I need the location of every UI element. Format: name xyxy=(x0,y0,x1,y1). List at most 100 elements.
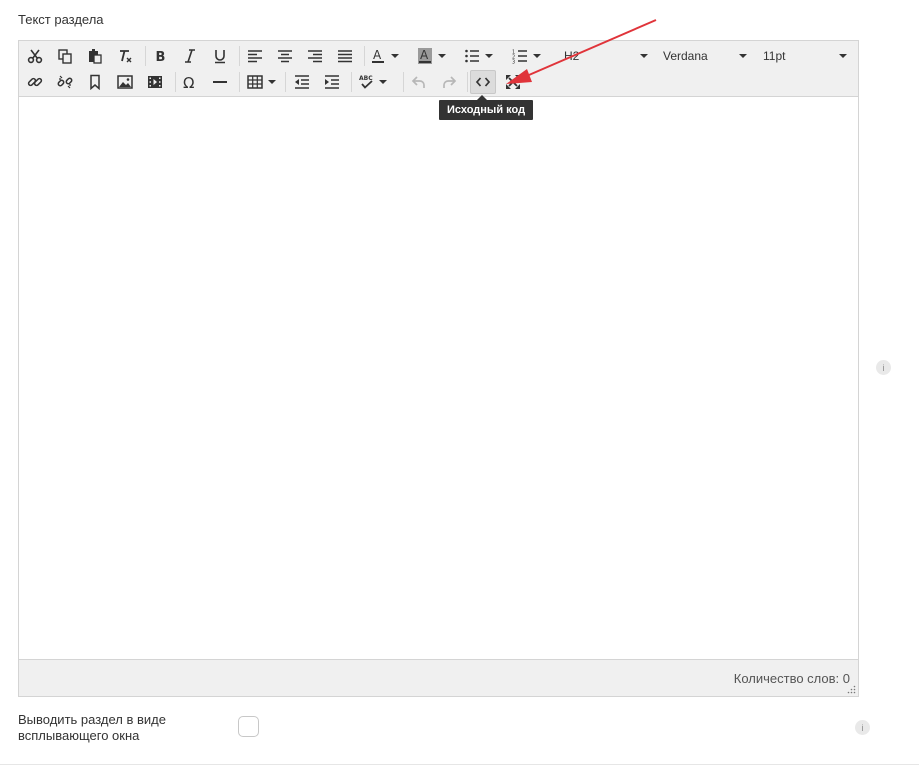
media-icon xyxy=(148,76,162,88)
chevron-down-icon xyxy=(839,54,847,58)
svg-text:Ω: Ω xyxy=(183,74,194,90)
italic-icon xyxy=(185,49,195,63)
special-character-button[interactable]: Ω xyxy=(177,70,203,94)
text-color-button[interactable]: A xyxy=(367,44,401,68)
chevron-down-icon xyxy=(640,54,648,58)
align-left-button[interactable] xyxy=(242,44,268,68)
align-left-icon xyxy=(248,50,262,63)
align-center-button[interactable] xyxy=(272,44,298,68)
media-button[interactable] xyxy=(142,70,168,94)
table-icon xyxy=(246,75,263,89)
align-right-icon xyxy=(308,50,322,63)
undo-button[interactable] xyxy=(406,70,432,94)
clear-format-button[interactable] xyxy=(112,44,138,68)
popup-option-label-line2: всплывающего окна xyxy=(18,728,140,743)
bullet-list-button[interactable] xyxy=(461,44,495,68)
horizontal-line-button[interactable] xyxy=(207,70,233,94)
format-block-select[interactable]: H2 xyxy=(560,44,652,68)
numbered-list-icon: 123 xyxy=(512,50,527,65)
italic-button[interactable] xyxy=(177,44,203,68)
chevron-down-icon xyxy=(437,54,446,58)
info-icon[interactable]: i xyxy=(855,720,870,735)
copy-icon xyxy=(58,49,72,64)
indent-button[interactable] xyxy=(319,70,345,94)
fullscreen-button[interactable] xyxy=(500,70,526,94)
align-center-icon xyxy=(278,50,292,63)
clear-format-icon xyxy=(120,50,132,63)
background-color-button[interactable]: A xyxy=(414,44,448,68)
unlink-button[interactable] xyxy=(52,70,78,94)
paste-icon xyxy=(89,49,102,64)
outdent-icon xyxy=(295,75,309,89)
popup-option-label: Выводить раздел в виде всплывающего окна xyxy=(18,712,198,744)
copy-button[interactable] xyxy=(52,44,78,68)
font-family-select[interactable]: Verdana xyxy=(659,44,751,68)
chevron-down-icon xyxy=(739,54,747,58)
popup-option-label-line1: Выводить раздел в виде xyxy=(18,712,166,727)
underline-icon xyxy=(215,50,225,64)
table-button[interactable] xyxy=(244,70,278,94)
toolbar-separator xyxy=(467,72,468,92)
cut-icon xyxy=(27,49,43,64)
horizontal-line-icon xyxy=(213,81,227,83)
toolbar-separator xyxy=(285,72,286,92)
redo-icon xyxy=(443,76,457,88)
toolbar-separator xyxy=(145,46,146,66)
indent-icon xyxy=(325,75,339,89)
font-size-value: 11pt xyxy=(763,49,786,63)
toolbar-separator xyxy=(351,72,352,92)
info-icon[interactable]: i xyxy=(876,360,891,375)
section-text-label: Текст раздела xyxy=(18,12,104,27)
link-button[interactable] xyxy=(22,70,48,94)
chevron-down-icon xyxy=(484,54,493,58)
toolbar-separator xyxy=(239,46,240,66)
source-code-button[interactable] xyxy=(470,70,496,94)
popup-checkbox[interactable] xyxy=(238,716,259,737)
background-color-icon: A xyxy=(417,48,432,64)
bold-icon: B xyxy=(156,50,166,64)
paste-button[interactable] xyxy=(82,44,108,68)
bookmark-icon xyxy=(90,74,100,90)
divider xyxy=(0,764,919,765)
editor-content-area[interactable] xyxy=(19,98,858,659)
omega-icon: Ω xyxy=(183,74,194,90)
image-button[interactable] xyxy=(112,70,138,94)
svg-text:3: 3 xyxy=(512,60,515,65)
text-color-icon: A xyxy=(371,48,384,63)
chevron-down-icon xyxy=(390,54,399,58)
outdent-button[interactable] xyxy=(289,70,315,94)
bookmark-button[interactable] xyxy=(82,70,108,94)
font-family-value: Verdana xyxy=(663,49,708,63)
fullscreen-icon xyxy=(506,75,520,89)
spellcheck-button[interactable]: ABC xyxy=(355,70,389,94)
numbered-list-button[interactable]: 123 xyxy=(509,44,543,68)
undo-icon xyxy=(411,76,425,88)
word-count: Количество слов: 0 xyxy=(733,671,850,686)
chevron-down-icon xyxy=(378,80,387,84)
format-block-value: H2 xyxy=(564,49,580,63)
align-justify-button[interactable] xyxy=(332,44,358,68)
underline-button[interactable] xyxy=(207,44,233,68)
redo-button[interactable] xyxy=(436,70,462,94)
bullet-list-icon xyxy=(464,49,479,63)
toolbar-separator xyxy=(364,46,365,66)
link-icon xyxy=(27,77,43,87)
toolbar-separator xyxy=(175,72,176,92)
font-size-select[interactable]: 11pt xyxy=(759,44,851,68)
editor-toolbar: B A A 1 2 3 H2 Verdana 11pt Ω ABC xyxy=(19,41,858,97)
cut-button[interactable] xyxy=(22,44,48,68)
chevron-down-icon xyxy=(532,54,541,58)
align-right-button[interactable] xyxy=(302,44,328,68)
align-justify-icon xyxy=(338,50,352,63)
svg-text:A: A xyxy=(420,48,429,62)
toolbar-separator xyxy=(239,72,240,92)
image-icon xyxy=(117,75,133,89)
svg-text:B: B xyxy=(156,50,166,64)
toolbar-separator xyxy=(403,72,404,92)
bold-button[interactable]: B xyxy=(147,44,173,68)
chevron-down-icon xyxy=(267,80,276,84)
unlink-icon xyxy=(57,75,73,89)
source-code-icon xyxy=(475,77,491,87)
resize-handle-icon[interactable] xyxy=(846,684,856,694)
spellcheck-icon: ABC xyxy=(359,75,373,89)
